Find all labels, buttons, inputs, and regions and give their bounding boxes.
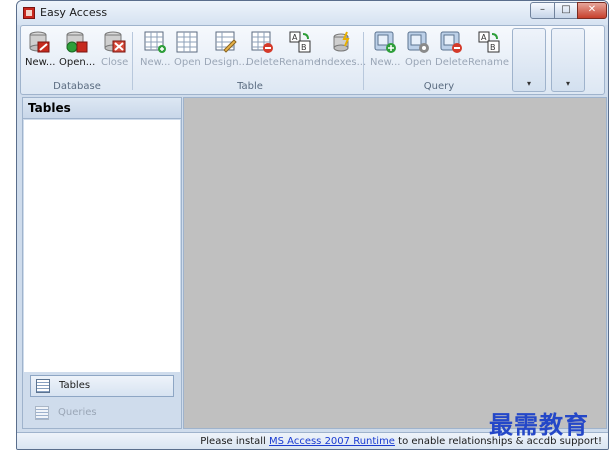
minimize-button[interactable]: – [530,2,555,19]
database-open-label: Open... [59,57,96,68]
table-indexes-label: Indexes... [318,57,367,68]
queries-icon [35,406,49,420]
db-open-icon [66,31,88,53]
query-open-label: Open [405,57,432,68]
sidebar-header: Tables [23,98,181,119]
tables-icon [36,379,50,393]
ribbon-separator [132,32,133,90]
database-group-label: Database [53,81,101,92]
watermark-text: 最需教育 [489,410,589,439]
app-logo-icon [23,7,35,19]
database-new-label: New... [25,57,56,68]
sidebar: Tables Tables Queries [22,97,182,429]
chevron-down-icon: ▾ [565,79,570,88]
query-delete-icon [440,31,463,53]
ribbon-separator [363,32,364,90]
query-new-label: New... [370,57,401,68]
table-group-label: Table [237,81,263,92]
table-rename-label: Rename [279,57,321,68]
svg-text:B: B [301,43,307,52]
database-new-button[interactable]: New... [25,30,55,68]
table-design-icon [215,31,237,53]
runtime-download-link[interactable]: MS Access 2007 Runtime [269,436,395,447]
query-open-icon [407,31,430,53]
query-open-button[interactable]: Open [405,30,432,68]
ribbon-dropdown-1[interactable]: ▾ [512,28,546,92]
table-open-icon [176,31,198,53]
database-open-button[interactable]: Open... [59,30,95,68]
db-new-icon [29,31,50,53]
status-prefix: Please install [200,436,266,447]
chevron-down-icon: ▾ [526,79,531,88]
table-design-button[interactable]: Design... [204,30,248,68]
table-indexes-button[interactable]: Indexes... [318,30,366,68]
database-close-button[interactable]: Close [101,30,128,68]
table-design-label: Design... [204,57,249,68]
svg-text:A: A [292,33,298,42]
nav-tables-label: Tables [59,380,91,391]
table-rename-button[interactable]: A B Rename [279,30,320,68]
table-indexes-icon [333,31,350,52]
query-rename-label: Rename [468,57,510,68]
table-delete-button[interactable]: Delete [246,30,279,68]
query-new-button[interactable]: New... [370,30,400,68]
query-group-label: Query [423,81,455,92]
ribbon: New... Open... Close Database New... Ope… [20,25,605,95]
query-new-icon [374,31,397,53]
nav-queries-button[interactable]: Queries [30,403,174,425]
query-rename-icon: A B [478,31,499,53]
nav-tables-button[interactable]: Tables [30,375,174,397]
close-button[interactable]: ✕ [577,2,607,19]
db-close-icon [104,31,126,53]
table-open-button[interactable]: Open [174,30,201,68]
table-delete-label: Delete [246,57,279,68]
nav-queries-label: Queries [58,407,97,418]
query-delete-button[interactable]: Delete [435,30,468,68]
table-delete-icon [251,31,274,53]
database-close-label: Close [101,57,129,68]
workspace-area [183,97,607,429]
svg-text:B: B [490,43,496,52]
query-delete-label: Delete [435,57,468,68]
object-list[interactable] [24,120,180,372]
query-rename-button[interactable]: A B Rename [468,30,509,68]
svg-text:A: A [481,33,487,42]
table-new-label: New... [140,57,171,68]
table-new-button[interactable]: New... [140,30,170,68]
table-open-label: Open [174,57,201,68]
ribbon-dropdown-2[interactable]: ▾ [551,28,585,92]
title-bar: Easy Access – □ ✕ [17,1,608,25]
window-title: Easy Access [40,6,108,19]
table-rename-icon: A B [289,31,310,53]
app-window: Easy Access – □ ✕ New... Open... Close D… [16,0,609,450]
maximize-button[interactable]: □ [554,2,578,19]
table-new-icon [144,31,167,53]
